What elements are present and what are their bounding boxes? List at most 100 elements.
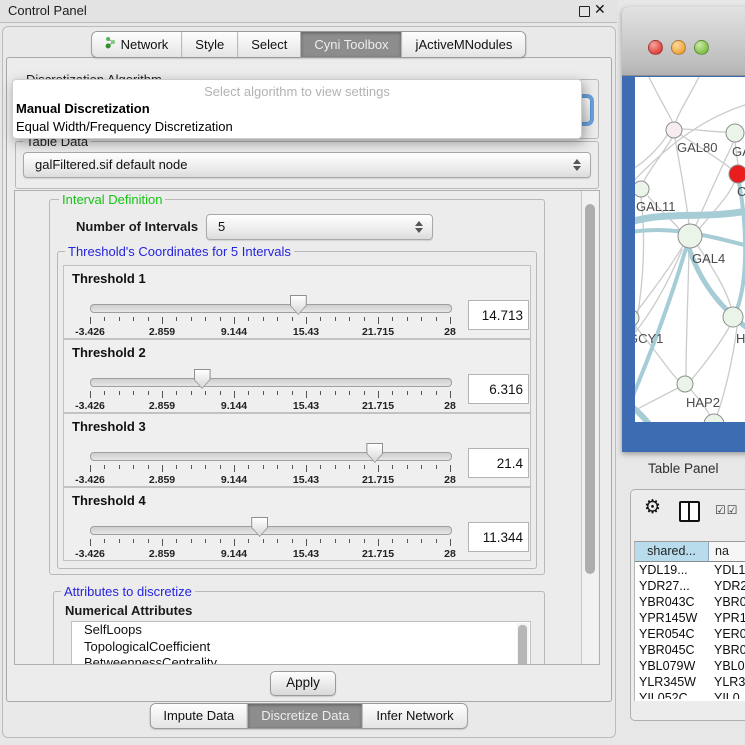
teal-edge[interactable] (635, 394, 652, 422)
list-scrollbar-thumb[interactable] (518, 625, 527, 665)
tab-infer-network[interactable]: Infer Network (362, 704, 466, 728)
number-of-intervals-combobox[interactable]: 5 (206, 214, 433, 240)
edge[interactable] (686, 248, 689, 376)
tick (407, 391, 408, 395)
edge[interactable] (682, 129, 727, 132)
settings-scrollbar-thumb[interactable] (585, 204, 595, 574)
edge[interactable] (635, 197, 643, 382)
network-icon (105, 36, 116, 52)
table-row[interactable]: YBL079WYBL0 (635, 658, 745, 674)
zoom-traffic-light-icon[interactable] (694, 40, 709, 55)
node-clipped[interactable] (704, 414, 724, 422)
tick (378, 391, 379, 398)
tab-discretize-data[interactable]: Discretize Data (247, 704, 362, 728)
table-row[interactable]: YIL052CYIL0 (635, 690, 745, 699)
node-h[interactable] (723, 307, 743, 327)
table-row[interactable]: YER054CYER0 (635, 626, 745, 642)
tab-label: Infer Network (376, 708, 453, 723)
network-window-titlebar (622, 7, 745, 76)
tab-style[interactable]: Style (181, 32, 237, 57)
float-window-icon[interactable] (579, 6, 590, 17)
tab-select[interactable]: Select (237, 32, 300, 57)
algorithm-popup-item-equal-width-frequency-discretization[interactable]: Equal Width/Frequency Discretization (16, 119, 233, 134)
node-gal11[interactable] (635, 181, 649, 197)
settings-scrollbar[interactable] (581, 191, 598, 664)
tick (407, 317, 408, 321)
tick (421, 391, 422, 395)
close-icon[interactable]: ✕ (594, 1, 606, 18)
node-c[interactable] (729, 165, 745, 183)
column-header-shared-name[interactable]: shared... (635, 542, 709, 562)
tab-label: Impute Data (163, 708, 234, 723)
threshold-slider-track[interactable] (90, 452, 452, 461)
threshold-value-input[interactable] (468, 374, 529, 404)
tick (349, 539, 350, 543)
tick (148, 539, 149, 543)
gear-icon[interactable]: ⚙ (644, 496, 661, 519)
checkboxes-icon[interactable]: ☑☑ (715, 503, 739, 517)
table-row[interactable]: YDR27...YDR2 (635, 578, 745, 594)
table-row[interactable]: YLR345WYLR3 (635, 674, 745, 690)
tick (234, 465, 235, 472)
table-row[interactable]: YBR045CYBR0 (635, 642, 745, 658)
table-row[interactable]: YBR043CYBR0 (635, 594, 745, 610)
edge[interactable] (644, 138, 672, 181)
tick (364, 465, 365, 469)
tab-network[interactable]: Network (92, 32, 182, 57)
tab-impute-data[interactable]: Impute Data (150, 704, 247, 728)
column-header-name[interactable]: na (709, 542, 745, 562)
tick (349, 391, 350, 395)
columns-icon[interactable] (679, 501, 700, 522)
tick (162, 317, 163, 324)
node-gal80[interactable] (666, 122, 682, 138)
edge[interactable] (676, 77, 700, 121)
tick (349, 465, 350, 469)
tick (119, 539, 120, 543)
tick (90, 317, 91, 324)
edge[interactable] (648, 77, 672, 121)
edge[interactable] (635, 134, 668, 178)
tick (234, 391, 235, 398)
threshold-slider-track[interactable] (90, 526, 452, 535)
threshold-slider-track[interactable] (90, 378, 452, 387)
edge[interactable] (692, 326, 730, 379)
close-traffic-light-icon[interactable] (648, 40, 663, 55)
tab-cyni-toolbox[interactable]: Cyni Toolbox (300, 32, 401, 57)
tick (104, 465, 105, 469)
list-scrollbar[interactable] (517, 623, 529, 665)
edge[interactable] (717, 327, 737, 415)
apply-button[interactable]: Apply (270, 671, 336, 696)
node-gal4[interactable] (678, 224, 702, 248)
tick (234, 539, 235, 546)
tick (335, 391, 336, 395)
node-hap2[interactable] (677, 376, 693, 392)
tick (176, 391, 177, 395)
node-ga[interactable] (726, 124, 744, 142)
tick (104, 391, 105, 395)
network-graph[interactable]: GAL80GACGAL11GAL4GCY1HHAP2 (635, 77, 745, 422)
tab-label: Style (195, 37, 224, 52)
attribute-item-selfloops[interactable]: SelfLoops (72, 622, 530, 639)
node-label: GA (732, 144, 745, 159)
table-row[interactable]: YDL19...YDL1 (635, 562, 745, 578)
attribute-item-betweennesscentrality[interactable]: BetweennessCentrality (72, 655, 530, 665)
attribute-item-topologicalcoefficient[interactable]: TopologicalCoefficient (72, 639, 530, 656)
numerical-attributes-list[interactable]: SelfLoopsTopologicalCoefficientBetweenne… (71, 621, 531, 665)
minimize-traffic-light-icon[interactable] (671, 40, 686, 55)
algorithm-popup-item-manual-discretization[interactable]: Manual Discretization (16, 101, 150, 116)
threshold-value-input[interactable] (468, 522, 529, 552)
table-row[interactable]: YPR145WYPR1 (635, 610, 745, 626)
tick (335, 317, 336, 321)
threshold-value-input[interactable] (468, 448, 529, 478)
network-canvas[interactable]: GAL80GACGAL11GAL4GCY1HHAP2 (635, 77, 745, 422)
tick-label: 15.43 (276, 474, 336, 486)
threshold-value-input[interactable] (468, 300, 529, 330)
tick (133, 391, 134, 395)
tick (436, 317, 437, 321)
tick-label: 15.43 (276, 548, 336, 560)
table-data-combobox[interactable]: galFiltered.sif default node (23, 152, 591, 178)
tab-jactivemnodules[interactable]: jActiveMNodules (402, 32, 526, 57)
threshold-slider-track[interactable] (90, 304, 452, 313)
threshold-label: Threshold 1 (72, 271, 146, 286)
tick (90, 539, 91, 546)
